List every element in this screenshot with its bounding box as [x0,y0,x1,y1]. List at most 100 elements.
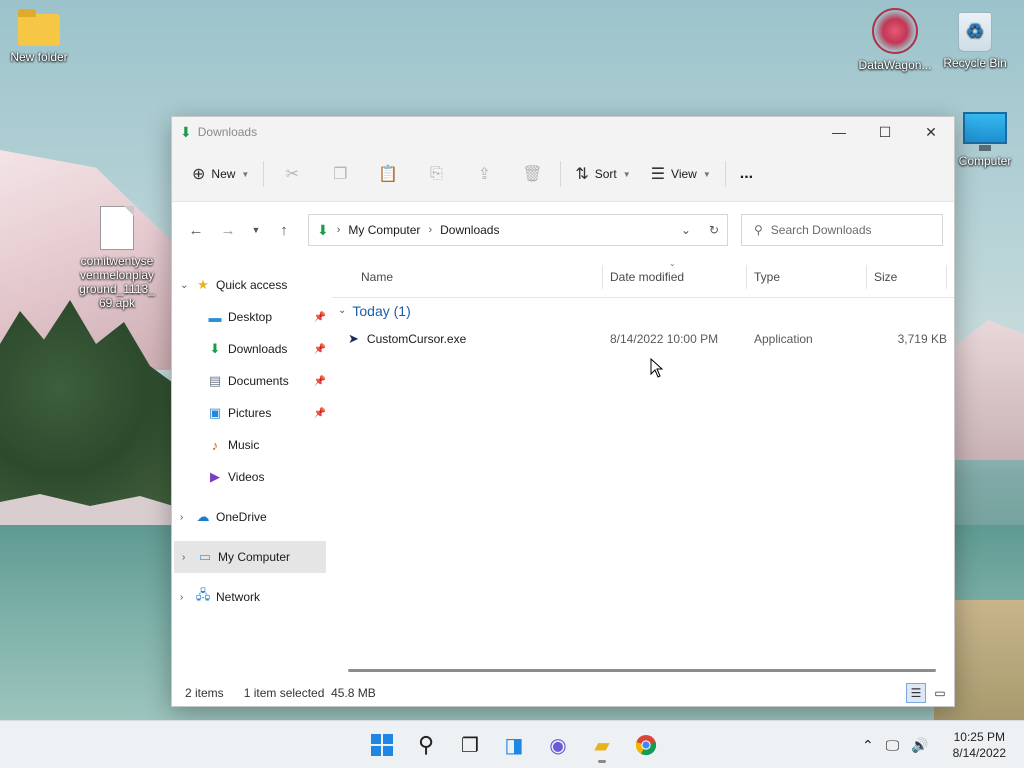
details-view-icon[interactable]: ☰ [906,683,926,703]
command-bar: ⊕ New ▼ ✂ ❐ 📋 ⎘ ⇪ 🗑 ⇅ Sort ▼ ☰ View ▼ ..… [172,147,954,202]
maximize-button[interactable]: ☐ [862,117,908,147]
windows-logo-icon [371,734,393,756]
sidebar-item-pictures[interactable]: ▣ Pictures 📌 [172,397,332,429]
sidebar-item-quick-access[interactable]: ⌄ ★ Quick access [172,269,332,301]
delete-button[interactable]: 🗑 [508,158,556,190]
navigation-row: ← → ▼ ↑ ⬇ › My Computer › Downloads ⌄ ↻ … [172,202,954,258]
sidebar-item-label: Network [216,590,261,604]
address-bar[interactable]: ⬇ › My Computer › Downloads ⌄ ↻ [308,214,728,246]
video-icon: ▶ [210,469,220,484]
chevron-right-icon: › [336,224,341,236]
file-explorer-window: ⬇ Downloads — ☐ ✕ ⊕ New ▼ ✂ ❐ 📋 ⎘ ⇪ 🗑 ⇅ … [171,116,955,707]
sidebar-item-documents[interactable]: ▤ Documents 📌 [172,365,332,397]
back-button[interactable]: ← [180,214,212,246]
paste-button[interactable]: 📋 [364,158,412,190]
recent-locations-button[interactable]: ▼ [244,214,268,246]
up-button[interactable]: ↑ [268,214,300,246]
tiles-view-icon[interactable]: ▭ [930,683,950,703]
sidebar-item-desktop[interactable]: ▬ Desktop 📌 [172,301,332,333]
breadcrumb-my-computer[interactable]: My Computer [348,223,420,237]
chevron-up-icon[interactable]: ⌃ [862,737,874,754]
datawagon-icon [872,8,918,54]
address-dropdown-icon[interactable]: ⌄ [681,223,691,237]
star-icon: ★ [197,277,209,292]
navigation-pane: ⌄ ★ Quick access ▬ Desktop 📌 ⬇ Downloads… [172,259,332,680]
group-header-today[interactable]: ⌄ Today (1) [332,297,954,323]
copy-button[interactable]: ❐ [316,158,364,190]
search-placeholder: Search Downloads [770,223,872,237]
desktop-icon-new-folder[interactable]: New folder [0,9,78,64]
column-header-type[interactable]: Type [747,265,867,289]
sidebar-item-downloads[interactable]: ⬇ Downloads 📌 [172,333,332,365]
file-name-cell: ➤ CustomCursor.exe [332,331,603,347]
chrome-taskbar-button[interactable] [626,725,666,765]
clock-date: 8/14/2022 [952,746,1006,760]
search-box[interactable]: ⚲ Search Downloads [741,214,943,246]
sidebar-item-label: My Computer [218,550,291,564]
ellipsis-icon: ... [739,165,754,182]
title-bar[interactable]: ⬇ Downloads — ☐ ✕ [172,117,954,147]
desktop-icon-computer[interactable]: Computer [946,112,1024,168]
computer-icon [963,112,1007,151]
file-name: CustomCursor.exe [366,332,467,346]
sidebar-item-my-computer[interactable]: › ▭ My Computer [174,541,326,573]
desktop-icon-recycle-bin[interactable]: ♻ Recycle Bin [936,12,1014,70]
more-options-button[interactable]: ... [730,158,763,190]
desktop-icon-label: DataWagon... [858,58,932,72]
sort-button[interactable]: ⇅ Sort ▼ [565,158,640,190]
clock[interactable]: 10:25 PM 8/14/2022 [953,729,1006,761]
volume-icon[interactable]: 🔊 [911,737,928,754]
widgets-button[interactable]: ◨ [494,725,534,765]
view-button[interactable]: ☰ View ▼ [641,158,721,190]
minimize-button[interactable]: — [816,117,862,147]
sidebar-item-label: Documents [228,374,289,388]
new-label: New [211,167,236,181]
window-title: Downloads [197,125,258,139]
column-header-name[interactable]: Name [332,265,603,289]
cut-button[interactable]: ✂ [268,158,316,190]
column-label: Date modified [610,270,685,284]
search-button[interactable]: ⚲ [406,725,446,765]
download-arrow-icon: ⬇ [209,341,221,356]
chat-button[interactable]: ◉ [538,725,578,765]
chevron-down-icon: ▼ [622,169,631,179]
desktop-icon-apk-file[interactable]: comitwentysevenmelonplayground_1113_69.a… [78,206,156,310]
sidebar-item-videos[interactable]: ▶ Videos [172,461,332,493]
horizontal-scrollbar[interactable] [348,669,936,672]
rename-button[interactable]: ⎘ [412,158,460,190]
recycle-bin-icon: ♻ [958,12,992,52]
sidebar-item-label: Desktop [228,310,273,324]
taskbar: ⚲ ❐ ◨ ◉ ▰ ⌃ 🖵 🔊 10:25 PM 8/14/2022 [0,720,1024,768]
refresh-icon[interactable]: ↻ [709,223,719,237]
forward-button[interactable]: → [212,214,244,246]
table-row[interactable]: ➤ CustomCursor.exe 8/14/2022 10:00 PM Ap… [332,323,954,355]
window-controls: — ☐ ✕ [816,117,954,147]
desktop-icon-label: comitwentysevenmelonplayground_1113_69.a… [79,254,155,310]
column-header-date[interactable]: Date modified [603,265,747,289]
toolbar-divider [263,161,265,187]
file-date: 8/14/2022 10:00 PM [610,332,719,346]
item-count: 2 items [185,686,224,700]
desktop-icon-datawagon[interactable]: DataWagon... [856,8,934,72]
taskbar-apps: ⚲ ❐ ◨ ◉ ▰ [362,721,666,768]
desktop-icon: ▬ [208,309,222,325]
file-explorer-taskbar-button[interactable]: ▰ [582,725,622,765]
task-view-button[interactable]: ❐ [450,725,490,765]
copy-icon: ❐ [333,166,348,183]
chat-icon: ◉ [549,734,567,757]
column-header-size[interactable]: Size [867,265,947,289]
network-icon[interactable]: 🖵 [886,737,900,754]
task-view-icon: ❐ [461,734,479,757]
sidebar-item-label: Downloads [228,342,288,356]
sidebar-item-label: Videos [228,470,265,484]
new-button[interactable]: ⊕ New ▼ [182,158,259,190]
sidebar-item-onedrive[interactable]: › ☁ OneDrive [172,501,332,533]
start-button[interactable] [362,725,402,765]
breadcrumb-downloads[interactable]: Downloads [440,223,499,237]
share-button[interactable]: ⇪ [460,158,508,190]
close-button[interactable]: ✕ [908,117,954,147]
sidebar-item-music[interactable]: ♪ Music [172,429,332,461]
computer-icon: ▭ [198,549,212,564]
sidebar-item-network[interactable]: › 🖧 Network [172,581,332,613]
